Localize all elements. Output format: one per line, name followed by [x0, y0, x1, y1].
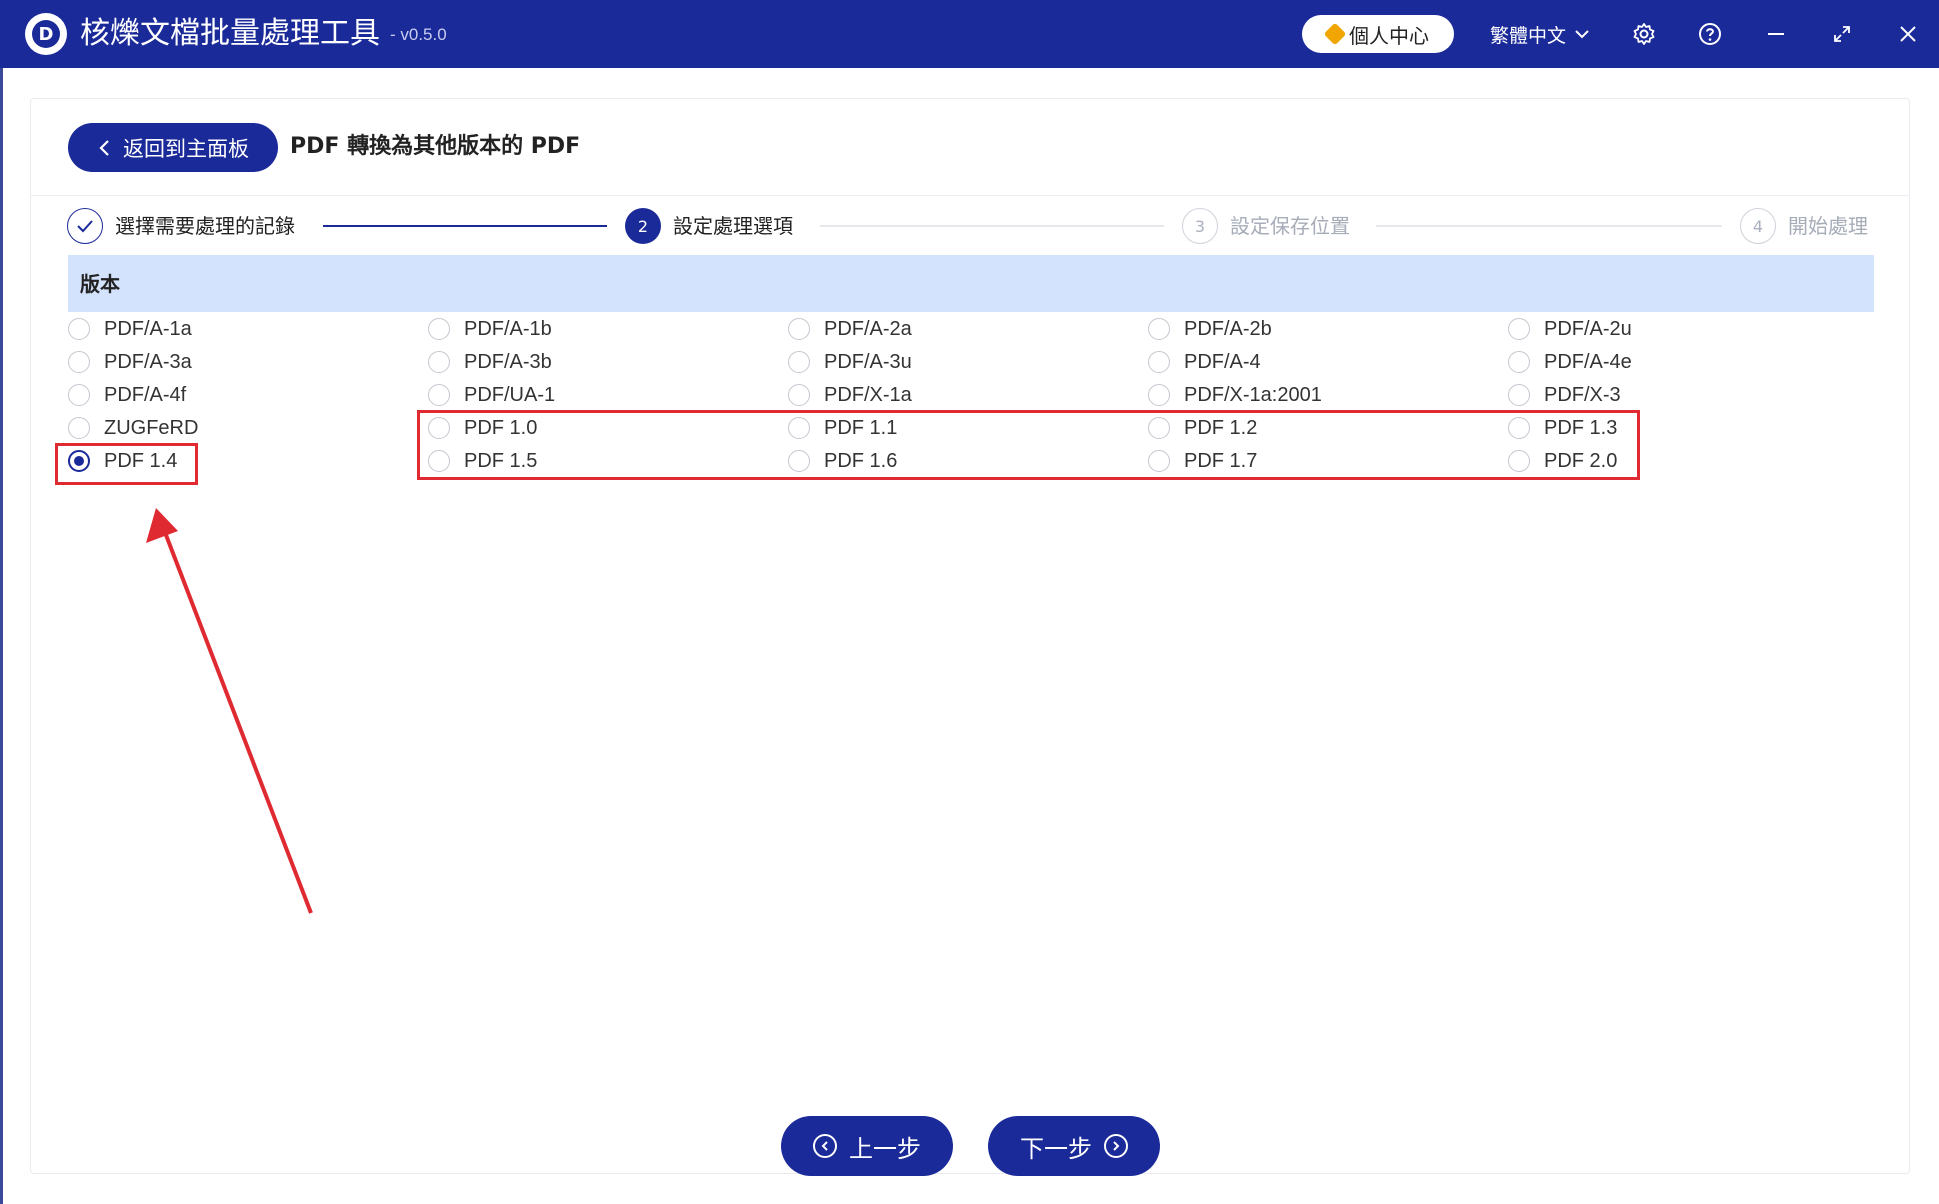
version-option-label: ZUGFeRD: [104, 416, 199, 439]
version-option-label: PDF/A-3a: [104, 350, 192, 373]
version-option-label: PDF/A-1a: [104, 317, 192, 340]
expand-icon: [1834, 26, 1850, 42]
version-option-pdf-a-2u[interactable]: PDF/A-2u: [1508, 314, 1632, 344]
version-option-label: PDF/X-3: [1544, 383, 1621, 406]
step-4-label: 開始處理: [1788, 214, 1868, 238]
radio-icon[interactable]: [788, 318, 810, 340]
version-option-label: PDF/A-1b: [464, 317, 552, 340]
maximize-button[interactable]: [1826, 18, 1858, 50]
diamond-icon: [1323, 22, 1347, 46]
app-version: - v0.5.0: [390, 25, 447, 44]
next-step-button[interactable]: 下一步: [988, 1116, 1160, 1176]
version-option-label: PDF/UA-1: [464, 383, 556, 406]
version-option-zugferd[interactable]: ZUGFeRD: [68, 413, 198, 443]
step-2-connector: [820, 225, 1164, 227]
radio-icon[interactable]: [68, 417, 90, 439]
minimize-button[interactable]: [1760, 18, 1792, 50]
version-option-pdf-x-1a-2001[interactable]: PDF/X-1a:2001: [1148, 380, 1322, 410]
app-logo: D: [25, 13, 67, 55]
step-3-indicator: 3: [1182, 208, 1218, 244]
step-3-label: 設定保存位置: [1230, 214, 1350, 238]
version-section-header: [68, 255, 1874, 312]
minimize-icon: [1768, 33, 1784, 35]
header-divider: [31, 195, 1909, 196]
close-button[interactable]: [1892, 18, 1924, 50]
version-option-pdf-ua-1[interactable]: PDF/UA-1: [428, 380, 555, 410]
version-option-label: PDF/A-2b: [1184, 317, 1272, 340]
help-icon: [1699, 23, 1721, 45]
radio-icon[interactable]: [1148, 351, 1170, 373]
step-2-label: 設定處理選項: [673, 214, 793, 238]
version-option-pdf-a-4f[interactable]: PDF/A-4f: [68, 380, 186, 410]
radio-icon[interactable]: [1148, 318, 1170, 340]
step-3-connector: [1376, 225, 1722, 227]
app-logo-letter: D: [32, 20, 60, 48]
radio-icon[interactable]: [68, 351, 90, 373]
version-option-label: PDF/A-4f: [104, 383, 187, 406]
language-label: 繁體中文: [1490, 24, 1567, 47]
previous-step-button[interactable]: 上一步: [781, 1116, 953, 1176]
step-2-indicator: 2: [625, 208, 661, 244]
radio-icon[interactable]: [68, 318, 90, 340]
back-to-dashboard-button[interactable]: 返回到主面板: [68, 123, 278, 172]
version-option-pdf-x-3[interactable]: PDF/X-3: [1508, 380, 1621, 410]
chevron-left-circle-icon: [813, 1134, 837, 1158]
personal-center-label: 個人中心: [1349, 23, 1429, 48]
version-option-pdf-x-1a[interactable]: PDF/X-1a: [788, 380, 912, 410]
version-section-title: 版本: [80, 272, 120, 296]
chevron-down-icon: [1575, 30, 1589, 39]
version-option-pdf-a-2a[interactable]: PDF/A-2a: [788, 314, 912, 344]
radio-icon[interactable]: [1508, 351, 1530, 373]
radio-icon[interactable]: [428, 384, 450, 406]
settings-button[interactable]: [1628, 18, 1660, 50]
step-1-connector: [323, 225, 607, 227]
radio-icon[interactable]: [1508, 318, 1530, 340]
version-option-label: PDF/A-4: [1184, 350, 1261, 373]
radio-icon[interactable]: [1508, 384, 1530, 406]
app-title: 核爍文檔批量處理工具: [80, 16, 380, 51]
radio-icon[interactable]: [788, 351, 810, 373]
close-icon: [1900, 26, 1916, 42]
chevron-left-icon: [99, 139, 109, 156]
version-option-label: PDF/A-3b: [464, 350, 552, 373]
version-option-pdf-a-2b[interactable]: PDF/A-2b: [1148, 314, 1272, 344]
chevron-right-circle-icon: [1104, 1134, 1128, 1158]
version-option-label: PDF/X-1a:2001: [1184, 383, 1322, 406]
version-option-label: PDF/A-2u: [1544, 317, 1632, 340]
version-option-pdf-a-4[interactable]: PDF/A-4: [1148, 347, 1261, 377]
personal-center-button[interactable]: 個人中心: [1302, 15, 1454, 53]
radio-icon[interactable]: [428, 351, 450, 373]
version-option-label: PDF/X-1a: [824, 383, 912, 406]
radio-icon[interactable]: [1148, 384, 1170, 406]
version-option-pdf-a-3a[interactable]: PDF/A-3a: [68, 347, 192, 377]
step-1-indicator: [67, 208, 103, 244]
window-edge: [0, 68, 3, 1204]
title-bar: D 核爍文檔批量處理工具 - v0.5.0 個人中心 繁體中文: [0, 0, 1939, 68]
radio-icon[interactable]: [428, 318, 450, 340]
radio-icon[interactable]: [68, 384, 90, 406]
back-button-label: 返回到主面板: [123, 136, 249, 161]
step-4-indicator: 4: [1740, 208, 1776, 244]
version-option-pdf-a-1b[interactable]: PDF/A-1b: [428, 314, 552, 344]
help-button[interactable]: [1694, 18, 1726, 50]
version-option-pdf-a-3b[interactable]: PDF/A-3b: [428, 347, 552, 377]
highlight-box-pdf-versions: [417, 410, 1640, 480]
gear-icon: [1633, 23, 1655, 45]
version-option-pdf-a-3u[interactable]: PDF/A-3u: [788, 347, 912, 377]
version-option-label: PDF/A-2a: [824, 317, 912, 340]
language-select[interactable]: 繁體中文: [1490, 18, 1590, 50]
check-icon: [77, 220, 93, 233]
version-option-label: PDF/A-4e: [1544, 350, 1632, 373]
version-option-label: PDF/A-3u: [824, 350, 912, 373]
step-1-label: 選擇需要處理的記錄: [115, 214, 295, 238]
next-step-label: 下一步: [1020, 1134, 1092, 1163]
version-option-pdf-a-4e[interactable]: PDF/A-4e: [1508, 347, 1632, 377]
previous-step-label: 上一步: [849, 1134, 921, 1163]
highlight-box-selected: [55, 443, 198, 485]
page-title: PDF 轉換為其他版本的 PDF: [290, 134, 581, 159]
radio-icon[interactable]: [788, 384, 810, 406]
version-option-pdf-a-1a[interactable]: PDF/A-1a: [68, 314, 192, 344]
